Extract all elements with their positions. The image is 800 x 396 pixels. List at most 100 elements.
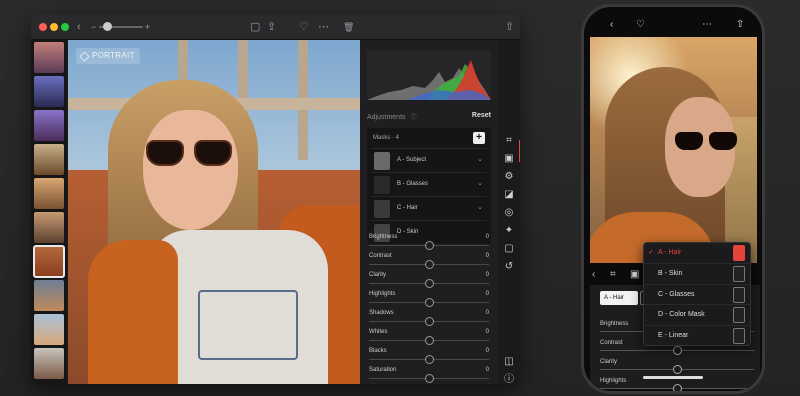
slider-value: 0 [485, 253, 489, 259]
slider-knob[interactable] [425, 317, 434, 326]
phone-slider-highlights[interactable]: Highlights [598, 378, 756, 391]
filmstrip-thumbnail[interactable] [34, 280, 64, 311]
histogram [367, 50, 491, 100]
slider-label: Highlights [600, 378, 627, 384]
slider-whites[interactable]: Whites 0 [367, 329, 491, 348]
compare-icon[interactable]: ◫ [503, 356, 515, 368]
zoom-window-button[interactable] [61, 23, 69, 31]
masks-list: Masks · 4 + A - Subject ⌄ B - Glasses ⌄ … [367, 128, 491, 244]
slider-knob[interactable] [425, 374, 434, 383]
portrait-badge[interactable]: PORTRAIT [76, 48, 140, 64]
cube-icon [79, 50, 90, 62]
minimize-window-button[interactable] [50, 23, 58, 31]
slider-label: Saturation [369, 367, 397, 373]
adjust-tool-icon[interactable]: ⚙ [503, 171, 515, 183]
mask-menu-label: A - Hair [658, 249, 682, 256]
adjustments-heading: Adjustments [367, 114, 406, 121]
slider-contrast[interactable]: Contrast 0 [367, 253, 491, 272]
share-icon[interactable]: ⇧ [736, 19, 744, 30]
mask-menu-item[interactable]: D - Color Mask [644, 305, 750, 327]
slider-saturation[interactable]: Saturation 0 [367, 367, 491, 384]
slider-knob[interactable] [425, 260, 434, 269]
slider-blacks[interactable]: Blacks 0 [367, 348, 491, 367]
slider-knob[interactable] [673, 365, 682, 374]
phone-slider-clarity[interactable]: Clarity [598, 359, 756, 377]
effects-tool-icon[interactable]: ✦ [503, 225, 515, 237]
filmstrip-thumbnail[interactable] [34, 348, 64, 379]
slider-knob[interactable] [425, 355, 434, 364]
close-window-button[interactable] [39, 23, 47, 31]
mask-selector[interactable]: A - Hair [600, 291, 638, 305]
slider-highlights[interactable]: Highlights 0 [367, 291, 491, 310]
mask-menu-item[interactable]: E - Linear [644, 326, 750, 345]
slider-knob[interactable] [673, 346, 682, 355]
slider-value: 0 [485, 329, 489, 335]
mask-row[interactable]: C - Hair ⌄ [371, 196, 487, 220]
info-icon[interactable]: ⓘ [503, 374, 515, 384]
mask-menu-item[interactable]: ✓ A - Hair [644, 243, 750, 264]
reset-button[interactable]: Reset [472, 112, 491, 119]
color-tool-icon[interactable]: ◎ [503, 207, 515, 219]
mask-tool-icon[interactable]: ▣ [630, 269, 639, 280]
zoom-slider-knob[interactable] [103, 22, 112, 31]
slider-label: Clarity [600, 359, 618, 365]
filmstrip-thumbnail[interactable] [34, 110, 64, 141]
phone-photo-canvas[interactable] [590, 37, 757, 263]
slider-label: Clarity [369, 272, 387, 278]
mask-tool-icon[interactable]: ▣ [503, 153, 515, 165]
info-icon[interactable]: ⓘ [410, 115, 416, 121]
back-icon[interactable]: ‹ [77, 20, 81, 34]
photo-canvas[interactable]: PORTRAIT [68, 40, 360, 384]
chevron-down-icon[interactable]: ⌄ [477, 155, 483, 163]
filmstrip-thumbnail[interactable] [34, 42, 64, 73]
filmstrip-thumbnail[interactable] [34, 212, 64, 243]
back-icon[interactable]: ‹ [610, 19, 613, 30]
mask-thumbnail [374, 152, 390, 170]
mask-row[interactable]: B - Glasses ⌄ [371, 172, 487, 196]
slider-knob[interactable] [425, 336, 434, 345]
filmstrip-thumbnail[interactable] [34, 314, 64, 345]
slider-label: Blacks [369, 348, 387, 354]
slider-knob[interactable] [425, 298, 434, 307]
home-indicator[interactable] [643, 376, 703, 379]
mask-menu-item[interactable]: C - Glasses [644, 285, 750, 306]
share-icon[interactable]: ⇧ [505, 20, 514, 34]
chevron-left-icon[interactable]: ‹ [592, 269, 595, 280]
more-icon[interactable]: ⋯ [318, 20, 329, 34]
trash-icon[interactable]: 🗑 [343, 20, 354, 34]
slider-knob[interactable] [425, 241, 434, 250]
history-tool-icon[interactable]: ↺ [503, 261, 515, 273]
slider-value: 0 [485, 367, 489, 373]
filmstrip-thumbnail-selected[interactable] [33, 245, 65, 278]
more-icon[interactable]: ⋯ [702, 19, 712, 30]
comment-icon[interactable]: ▢ [250, 20, 260, 34]
filmstrip-thumbnail[interactable] [34, 178, 64, 209]
filmstrip [31, 40, 67, 384]
export-icon[interactable]: ⇪ [267, 20, 276, 34]
crop-tool-icon[interactable]: ⌗ [610, 269, 616, 280]
title-bar: ‹ − + ▢ ⇪ ♡ ⋯ 🗑 ⇧ [31, 14, 520, 40]
slider-knob[interactable] [425, 279, 434, 288]
crop-tool-icon[interactable]: ⌗ [503, 135, 515, 147]
zoom-out-icon[interactable]: − [91, 20, 96, 34]
filmstrip-thumbnail[interactable] [34, 76, 64, 107]
curves-tool-icon[interactable]: ◪ [503, 189, 515, 201]
slider-clarity[interactable]: Clarity 0 [367, 272, 491, 291]
slider-knob[interactable] [673, 384, 682, 391]
favorite-icon[interactable]: ♡ [636, 19, 645, 30]
mac-window: ‹ − + ▢ ⇪ ♡ ⋯ 🗑 ⇧ PORTRAIT Adjustments ⓘ… [31, 14, 520, 384]
favorite-icon[interactable]: ♡ [299, 20, 309, 34]
mask-row[interactable]: A - Subject ⌄ [371, 148, 487, 172]
mask-menu-item[interactable]: B - Skin [644, 264, 750, 285]
chevron-down-icon[interactable]: ⌄ [477, 203, 483, 211]
slider-shadows[interactable]: Shadows 0 [367, 310, 491, 329]
chevron-down-icon[interactable]: ⌄ [477, 179, 483, 187]
mask-thumbnail [374, 200, 390, 218]
vignette-tool-icon[interactable]: ▢ [503, 243, 515, 255]
slider-value: 0 [485, 272, 489, 278]
add-mask-button[interactable]: + [473, 132, 485, 144]
mask-thumbnail [733, 307, 745, 324]
slider-brightness[interactable]: Brightness 0 [367, 234, 491, 253]
zoom-in-icon[interactable]: + [145, 20, 150, 34]
filmstrip-thumbnail[interactable] [34, 144, 64, 175]
